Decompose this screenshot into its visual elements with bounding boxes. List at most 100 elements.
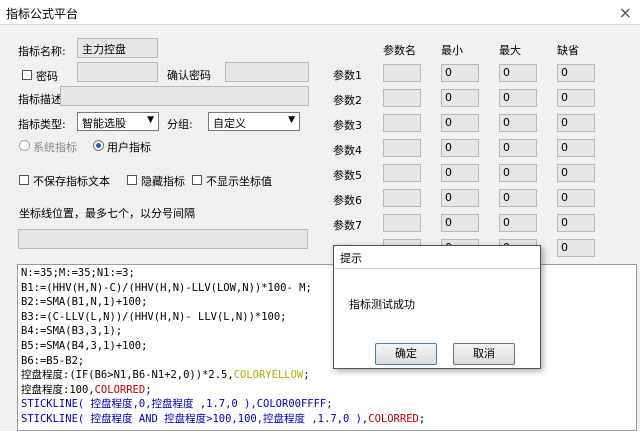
name-field[interactable]: 主力控盘	[77, 38, 158, 58]
code-line: B3:=(C-LLV(L,N))/(HHV(H,N)- LLV(L,N))*10…	[21, 310, 633, 325]
hide-indicator-checkbox[interactable]	[127, 175, 137, 185]
type-label: 指标类型:	[18, 118, 66, 131]
close-icon[interactable]: ×	[619, 3, 632, 22]
code-token: B3:=(C-LLV(L,N))/(HHV(H,N)- LLV(L,N))*10…	[21, 310, 287, 323]
dialog-title: 提示	[340, 252, 362, 265]
code-token: ;	[418, 412, 426, 425]
confirm-password-label: 确认密码	[167, 69, 211, 82]
param-default-field[interactable]: 0	[557, 189, 595, 207]
param-name-field[interactable]	[383, 64, 421, 82]
password-checkbox[interactable]	[22, 70, 32, 80]
cancel-button[interactable]: 取消	[453, 343, 515, 365]
param-min-field[interactable]: 0	[441, 89, 479, 107]
code-token: B2:=SMA(B1,N,1)+100;	[21, 296, 148, 309]
param-min-field[interactable]: 0	[441, 214, 479, 232]
formula-code-editor[interactable]: N:=35;M:=35;N1:=3; B1:=(HHV(H,N)-C)/(HHV(…	[17, 264, 637, 431]
desc-field[interactable]	[60, 86, 309, 106]
params-header: 缺省	[557, 44, 579, 57]
param-max-field[interactable]: 0	[499, 164, 537, 182]
code-line: B2:=SMA(B1,N,1)+100;	[21, 295, 633, 310]
param-label: 参数3	[333, 119, 362, 132]
user-indicator-label: 用户指标	[107, 141, 151, 154]
param-name-field[interactable]	[383, 139, 421, 157]
param-name-field[interactable]	[383, 164, 421, 182]
code-token: STICKLINE( 控盘程度,0,控盘程度 ,1.7,0 ),COLOR00F…	[21, 398, 333, 411]
param-name-field[interactable]	[383, 214, 421, 232]
param-min-field[interactable]: 0	[441, 164, 479, 182]
no-coord-value-label: 不显示坐标值	[206, 175, 272, 188]
group-select[interactable]: 自定义 ▼	[208, 112, 300, 131]
type-select[interactable]: 智能选股 ▼	[77, 112, 159, 131]
group-select-value: 自定义	[213, 117, 246, 130]
param-max-field[interactable]: 0	[499, 139, 537, 157]
param-default-field[interactable]: 0	[557, 239, 595, 257]
dialog-title-bar: 提示	[334, 246, 540, 269]
code-token: COLORYELLOW	[233, 369, 304, 382]
param-min-field[interactable]: 0	[441, 64, 479, 82]
param-max-field[interactable]: 0	[499, 64, 537, 82]
code-line: B5:=SMA(B4,3,1)+100;	[21, 339, 633, 354]
param-label: 参数5	[333, 169, 362, 182]
chevron-down-icon: ▼	[288, 115, 295, 125]
param-label: 参数2	[333, 94, 362, 107]
param-default-field[interactable]: 0	[557, 214, 595, 232]
code-token: COLORRED	[94, 383, 146, 396]
code-line: N:=35;M:=35;N1:=3;	[21, 266, 633, 281]
code-line: B1:=(HHV(H,N)-C)/(HHV(H,N)-LLV(LOW,N))*1…	[21, 281, 633, 296]
params-header: 最小	[441, 44, 463, 57]
chevron-down-icon: ▼	[147, 115, 154, 125]
code-line: STICKLINE( 控盘程度 AND 控盘程度>100,100,控盘程度 ,1…	[21, 412, 633, 427]
no-save-text-label: 不保存指标文本	[33, 175, 110, 188]
param-max-field[interactable]: 0	[499, 189, 537, 207]
code-token: B4:=SMA(B3,3,1);	[21, 325, 123, 338]
code-token: N:=35;M:=35;N1:=3;	[21, 267, 135, 279]
no-coord-value-checkbox[interactable]	[192, 175, 202, 185]
window-title: 指标公式平台	[6, 7, 79, 21]
params-header: 参数名	[383, 44, 416, 57]
code-token: 控盘程度:(IF(B6>N1,B6-N1+2,0))*2.5,	[21, 369, 234, 382]
system-indicator-radio[interactable]	[19, 140, 30, 151]
code-line: B6:=B5-B2;	[21, 354, 633, 369]
param-max-field[interactable]: 0	[499, 214, 537, 232]
param-default-field[interactable]: 0	[557, 89, 595, 107]
param-name-field[interactable]	[383, 114, 421, 132]
user-indicator-radio[interactable]	[93, 140, 104, 151]
dialog-message: 指标测试成功	[349, 298, 415, 311]
ok-button[interactable]: 确定	[375, 343, 437, 365]
title-bar: 指标公式平台 ×	[0, 0, 640, 25]
system-indicator-label: 系统指标	[33, 141, 77, 154]
type-select-value: 智能选股	[82, 117, 126, 130]
password-label: 密码	[36, 70, 58, 83]
params-header: 最大	[499, 44, 521, 57]
param-label: 参数1	[333, 69, 362, 82]
desc-label: 指标描述:	[18, 93, 66, 106]
param-name-field[interactable]	[383, 89, 421, 107]
no-save-text-checkbox[interactable]	[19, 175, 29, 185]
param-default-field[interactable]: 0	[557, 64, 595, 82]
param-min-field[interactable]: 0	[441, 139, 479, 157]
coord-lines-field[interactable]	[18, 229, 308, 249]
param-default-field[interactable]: 0	[557, 114, 595, 132]
code-token: COLORRED	[368, 412, 419, 425]
confirm-password-field[interactable]	[225, 62, 309, 82]
code-token: 控盘程度:100,	[21, 383, 95, 396]
param-label: 参数7	[333, 219, 362, 232]
prompt-dialog: 提示 指标测试成功 确定 取消	[333, 245, 541, 369]
group-label: 分组:	[167, 118, 193, 131]
param-default-field[interactable]: 0	[557, 164, 595, 182]
code-token: ;	[145, 383, 152, 396]
param-default-field[interactable]: 0	[557, 139, 595, 157]
param-min-field[interactable]: 0	[441, 114, 479, 132]
param-max-field[interactable]: 0	[499, 89, 537, 107]
hide-indicator-label: 隐藏指标	[141, 175, 185, 188]
code-token: B5:=SMA(B4,3,1)+100;	[21, 339, 148, 352]
param-max-field[interactable]: 0	[499, 114, 537, 132]
code-line: STICKLINE( 控盘程度,0,控盘程度 ,1.7,0 ),COLOR00F…	[21, 397, 633, 412]
formula-platform-window: 指标公式平台 × 指标名称: 主力控盘 密码 确认密码 指标描述: 指标类型: …	[0, 0, 640, 431]
param-name-field[interactable]	[383, 189, 421, 207]
code-token: B1:=(HHV(H,N)-C)/(HHV(H,N)-LLV(LOW,N))*1…	[21, 281, 312, 294]
param-label: 参数4	[333, 144, 362, 157]
param-min-field[interactable]: 0	[441, 189, 479, 207]
password-field[interactable]	[77, 62, 158, 82]
code-line: 控盘程度:(IF(B6>N1,B6-N1+2,0))*2.5,COLORYELL…	[21, 368, 633, 383]
